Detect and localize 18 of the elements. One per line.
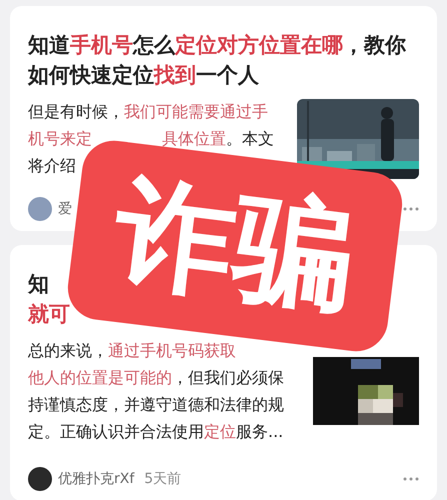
article-summary: 他人的位置是可能的，但我们必须保 xyxy=(28,367,284,389)
article-summary: 机号来定 xyxy=(28,128,92,150)
article-title: 如何快速定位找到一个人 xyxy=(28,62,259,89)
article-title: 知道手机号怎么定位对方位置在哪，教你 xyxy=(28,32,406,59)
avatar[interactable] xyxy=(28,467,52,491)
article-summary: 持谨慎态度，并遵守道德和法律的规 xyxy=(28,394,284,416)
article-title: 就可 xyxy=(28,301,70,328)
author-name[interactable]: 优雅扑克rXf xyxy=(58,468,134,490)
article-summary: 将介绍 xyxy=(28,155,76,177)
article-summary: 总的来说，通过手机号码获取 xyxy=(28,340,236,362)
more-icon[interactable] xyxy=(403,207,419,211)
more-icon[interactable] xyxy=(403,477,419,481)
author-name[interactable]: 爱 xyxy=(58,198,72,220)
article-summary: 定。正确认识并合法使用定位服务... xyxy=(28,421,284,443)
article-summary: 但是有时候，我们可能需要通过手 xyxy=(28,101,268,123)
article-summary: 具体位置。本文 xyxy=(162,128,274,150)
post-time: 5天前 xyxy=(144,470,182,488)
article-title: 知 xyxy=(28,271,49,298)
